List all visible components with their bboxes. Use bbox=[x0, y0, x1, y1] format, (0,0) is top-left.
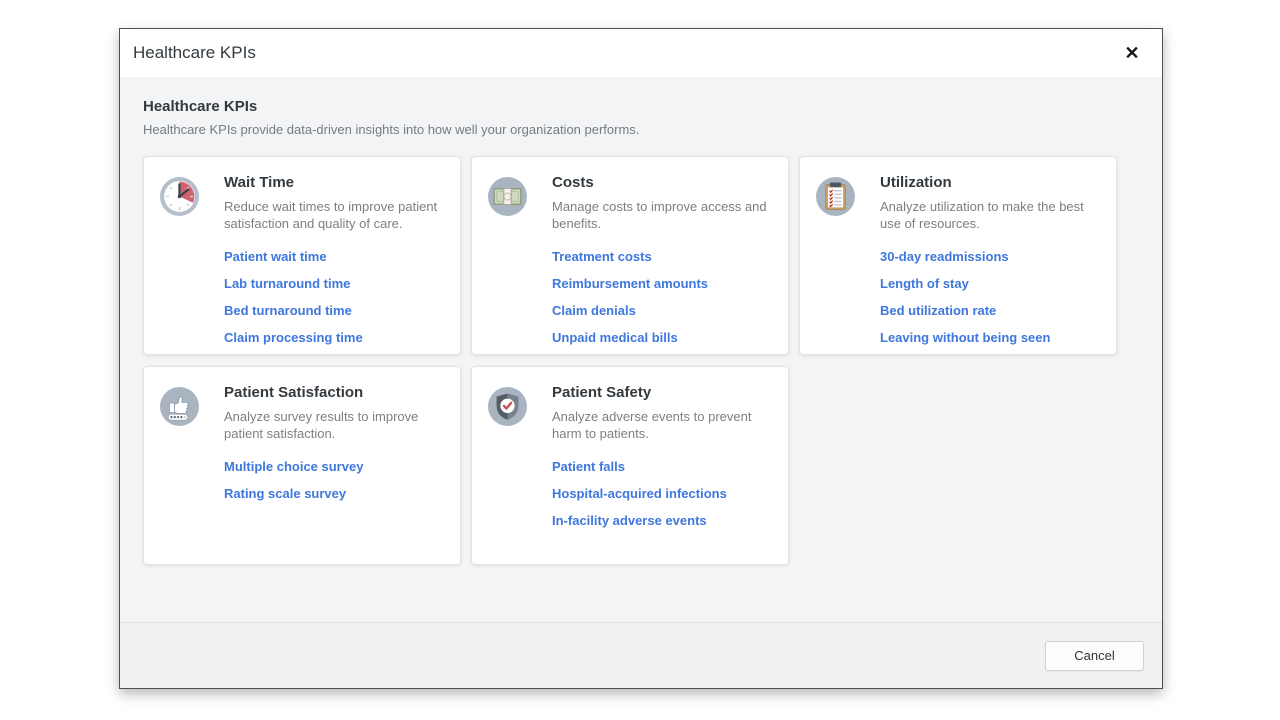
kpi-card-title: Costs bbox=[552, 174, 774, 191]
dialog-body: Healthcare KPIs Healthcare KPIs provide … bbox=[120, 77, 1162, 622]
kpi-link-bed-utilization-rate[interactable]: Bed utilization rate bbox=[880, 303, 996, 318]
kpi-card-description: Manage costs to improve access and benef… bbox=[552, 198, 774, 232]
kpi-card-description: Analyze utilization to make the best use… bbox=[880, 198, 1102, 232]
kpi-card-title: Utilization bbox=[880, 174, 1102, 191]
kpi-link-list: Patient falls Hospital-acquired infectio… bbox=[552, 458, 774, 530]
kpi-card-patient-satisfaction: Patient Satisfaction Analyze survey resu… bbox=[143, 366, 461, 565]
cancel-button[interactable]: Cancel bbox=[1045, 641, 1144, 671]
section-subtitle: Healthcare KPIs provide data-driven insi… bbox=[143, 122, 1138, 137]
kpi-card-description: Reduce wait times to improve patient sat… bbox=[224, 198, 446, 232]
kpi-cards-grid: Wait Time Reduce wait times to improve p… bbox=[143, 156, 1138, 565]
kpi-link-list: 30-day readmissions Length of stay Bed u… bbox=[880, 248, 1102, 347]
kpi-card-content: Wait Time Reduce wait times to improve p… bbox=[224, 173, 446, 356]
kpi-card-costs: Costs Manage costs to improve access and… bbox=[471, 156, 789, 355]
kpi-link-list: Treatment costs Reimbursement amounts Cl… bbox=[552, 248, 774, 347]
kpi-card-title: Patient Safety bbox=[552, 384, 774, 401]
kpi-link-reimbursement-amounts[interactable]: Reimbursement amounts bbox=[552, 276, 708, 291]
kpi-card-title: Patient Satisfaction bbox=[224, 384, 446, 401]
money-icon bbox=[487, 176, 528, 217]
section-heading: Healthcare KPIs bbox=[143, 98, 1138, 115]
kpi-link-unpaid-medical-bills[interactable]: Unpaid medical bills bbox=[552, 330, 678, 345]
dialog-footer: Cancel bbox=[120, 622, 1162, 688]
kpi-link-list: Multiple choice survey Rating scale surv… bbox=[224, 458, 446, 503]
kpi-link-rating-scale-survey[interactable]: Rating scale survey bbox=[224, 486, 346, 501]
kpi-link-30-day-readmissions[interactable]: 30-day readmissions bbox=[880, 249, 1009, 264]
kpi-card-wait-time: Wait Time Reduce wait times to improve p… bbox=[143, 156, 461, 355]
kpi-link-claim-processing-time[interactable]: Claim processing time bbox=[224, 330, 363, 345]
kpi-link-bed-turnaround-time[interactable]: Bed turnaround time bbox=[224, 303, 352, 318]
kpi-card-content: Utilization Analyze utilization to make … bbox=[880, 173, 1102, 356]
kpi-card-content: Patient Satisfaction Analyze survey resu… bbox=[224, 383, 446, 512]
dialog-title: Healthcare KPIs bbox=[133, 43, 256, 63]
kpi-card-description: Analyze survey results to improve patien… bbox=[224, 408, 446, 442]
kpi-link-claim-denials[interactable]: Claim denials bbox=[552, 303, 636, 318]
clock-icon bbox=[159, 176, 200, 217]
shield-check-icon bbox=[487, 386, 528, 427]
kpi-link-list: Patient wait time Lab turnaround time Be… bbox=[224, 248, 446, 347]
close-icon[interactable]: ✕ bbox=[1118, 39, 1146, 67]
kpi-card-description: Analyze adverse events to prevent harm t… bbox=[552, 408, 774, 442]
kpi-card-title: Wait Time bbox=[224, 174, 446, 191]
kpi-link-hospital-acquired-infections[interactable]: Hospital-acquired infections bbox=[552, 486, 727, 501]
kpi-card-patient-safety: Patient Safety Analyze adverse events to… bbox=[471, 366, 789, 565]
clipboard-checklist-icon bbox=[815, 176, 856, 217]
kpi-link-lab-turnaround-time[interactable]: Lab turnaround time bbox=[224, 276, 350, 291]
kpi-link-patient-wait-time[interactable]: Patient wait time bbox=[224, 249, 327, 264]
kpi-link-multiple-choice-survey[interactable]: Multiple choice survey bbox=[224, 459, 363, 474]
thumbs-up-icon bbox=[159, 386, 200, 427]
kpi-card-utilization: Utilization Analyze utilization to make … bbox=[799, 156, 1117, 355]
healthcare-kpis-dialog: Healthcare KPIs ✕ Healthcare KPIs Health… bbox=[119, 28, 1163, 689]
kpi-card-content: Costs Manage costs to improve access and… bbox=[552, 173, 774, 356]
kpi-link-leaving-without-being-seen[interactable]: Leaving without being seen bbox=[880, 330, 1050, 345]
kpi-link-in-facility-adverse-events[interactable]: In-facility adverse events bbox=[552, 513, 707, 528]
kpi-link-patient-falls[interactable]: Patient falls bbox=[552, 459, 625, 474]
kpi-link-treatment-costs[interactable]: Treatment costs bbox=[552, 249, 652, 264]
kpi-link-length-of-stay[interactable]: Length of stay bbox=[880, 276, 969, 291]
dialog-header: Healthcare KPIs ✕ bbox=[120, 29, 1162, 77]
kpi-card-content: Patient Safety Analyze adverse events to… bbox=[552, 383, 774, 539]
